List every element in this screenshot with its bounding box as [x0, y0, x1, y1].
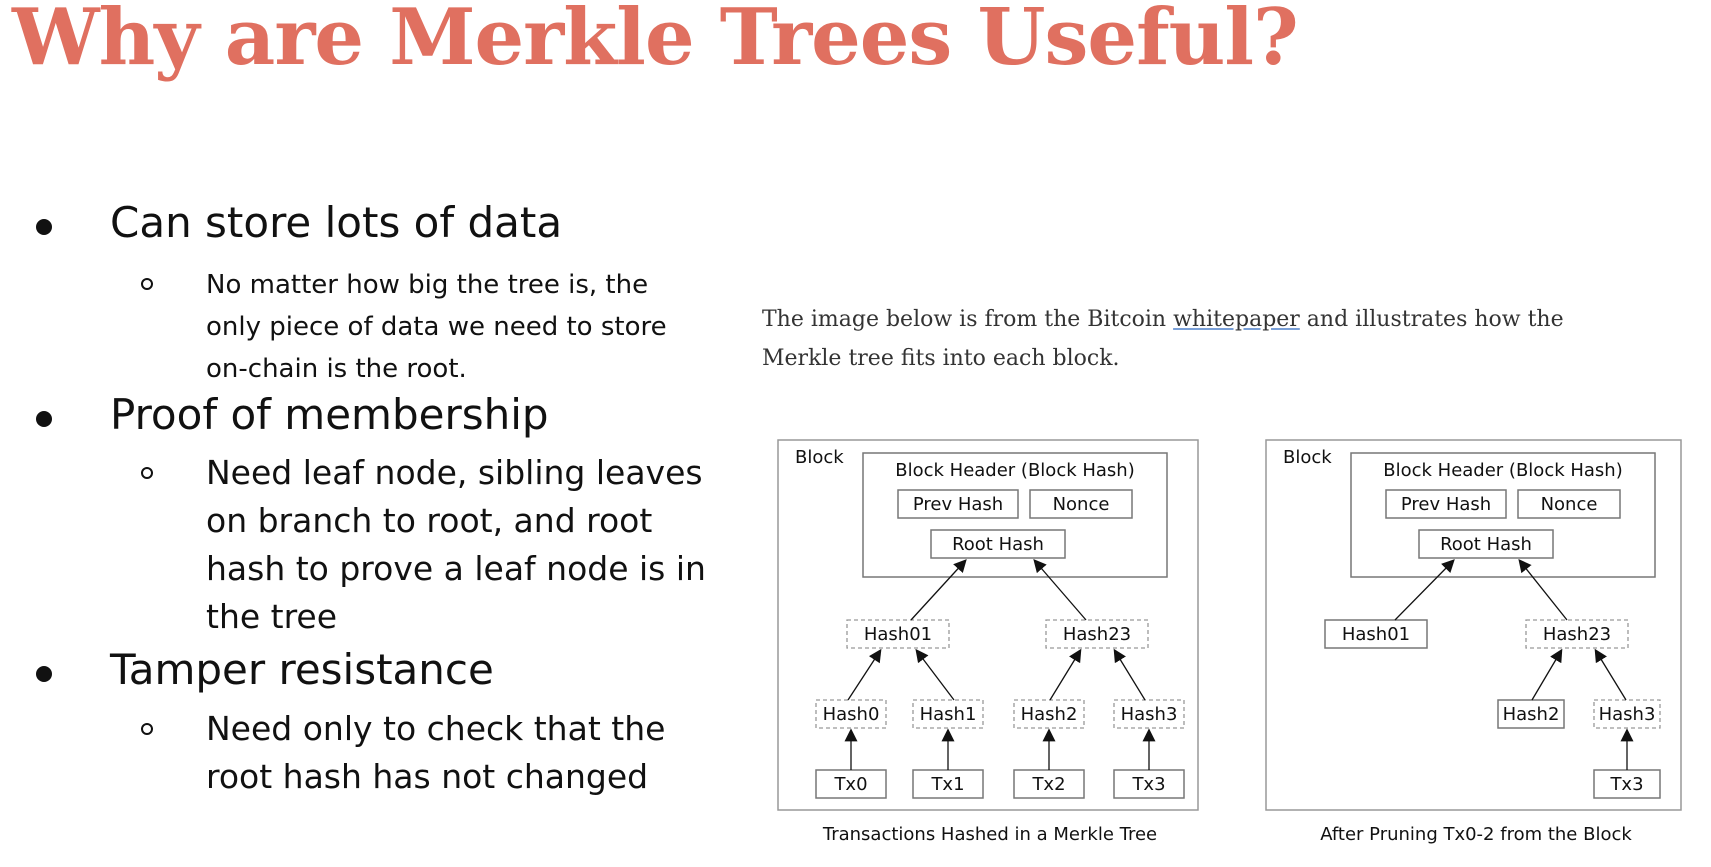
nonce-label: Nonce [1541, 494, 1598, 515]
hash3-label: Hash3 [1599, 704, 1656, 725]
hash3-label: Hash3 [1121, 704, 1178, 725]
sub-bullet-circle [141, 723, 153, 735]
tree-arrows [844, 559, 1156, 770]
sub-bullet-line: No matter how big the tree is, the [206, 270, 649, 300]
block-header-label: Block Header (Block Hash) [895, 460, 1134, 481]
hash01-label: Hash01 [1342, 624, 1410, 645]
merkle-tree-full: Block Block Header (Block Hash) Prev Has… [777, 439, 1199, 845]
sub-bullet-line: the tree [206, 597, 338, 636]
sub-bullet-line: root hash has not changed [206, 757, 649, 796]
bullet-dot [36, 666, 52, 682]
slide-title: Why are Merkle Trees Useful? [12, 0, 1299, 83]
diagram-caption: After Pruning Tx0-2 from the Block [1320, 824, 1632, 845]
hash0-label: Hash0 [823, 704, 880, 725]
intro-paragraph: The image below is from the Bitcoin whit… [762, 300, 1564, 378]
sub-bullet-line: Need leaf node, sibling leaves [206, 453, 703, 492]
root-hash-label: Root Hash [1440, 534, 1532, 555]
hash1-label: Hash1 [920, 704, 977, 725]
prev-hash-label: Prev Hash [913, 494, 1003, 515]
block-label: Block [795, 447, 844, 468]
sub-bullet-line: hash to prove a leaf node is in [206, 549, 706, 588]
hash01-label: Hash01 [864, 624, 932, 645]
merkle-diagram: Block Block Header (Block Hash) Prev Has… [777, 439, 1682, 845]
hash23-label: Hash23 [1543, 624, 1611, 645]
diagram-caption: Transactions Hashed in a Merkle Tree [822, 824, 1157, 845]
tx0-label: Tx0 [833, 774, 867, 795]
sub-bullet-circle [141, 278, 153, 290]
tx2-label: Tx2 [1031, 774, 1065, 795]
sub-bullet-text: Need only to check that the root hash ha… [206, 705, 665, 801]
nonce-label: Nonce [1053, 494, 1110, 515]
intro-line-2: Merkle tree fits into each block. [762, 346, 1120, 371]
hash2-label: Hash2 [1503, 704, 1560, 725]
prev-hash-label: Prev Hash [1401, 494, 1491, 515]
intro-text: and illustrates how the [1299, 307, 1564, 332]
sub-bullet-text: Need leaf node, sibling leaves on branch… [206, 449, 706, 641]
intro-text: The image below is from the Bitcoin [762, 307, 1174, 332]
bullet-dot [36, 219, 52, 235]
tx3-label: Tx3 [1131, 774, 1165, 795]
sub-bullet-text: No matter how big the tree is, the only … [206, 264, 667, 390]
bullet-heading: Tamper resistance [110, 645, 494, 694]
block-label: Block [1283, 447, 1332, 468]
tree-arrows [1394, 558, 1634, 770]
bullet-heading: Can store lots of data [110, 198, 563, 247]
merkle-tree-pruned: Block Block Header (Block Hash) Prev Has… [1265, 439, 1682, 845]
bullet-dot [36, 411, 52, 427]
sub-bullet-line: on-chain is the root. [206, 354, 467, 384]
whitepaper-link[interactable]: whitepaper [1173, 307, 1300, 332]
tx1-label: Tx1 [930, 774, 964, 795]
hash23-label: Hash23 [1063, 624, 1131, 645]
hash2-label: Hash2 [1021, 704, 1078, 725]
sub-bullet-line: only piece of data we need to store [206, 312, 667, 342]
block-header-label: Block Header (Block Hash) [1383, 460, 1622, 481]
intro-line-1: The image below is from the Bitcoin whit… [762, 300, 1564, 339]
root-hash-label: Root Hash [952, 534, 1044, 555]
sub-bullet-line: Need only to check that the [206, 709, 666, 748]
sub-bullet-circle [141, 467, 153, 479]
sub-bullet-line: on branch to root, and root [206, 501, 653, 540]
bullet-heading: Proof of membership [110, 390, 549, 439]
tx3-label: Tx3 [1609, 774, 1643, 795]
